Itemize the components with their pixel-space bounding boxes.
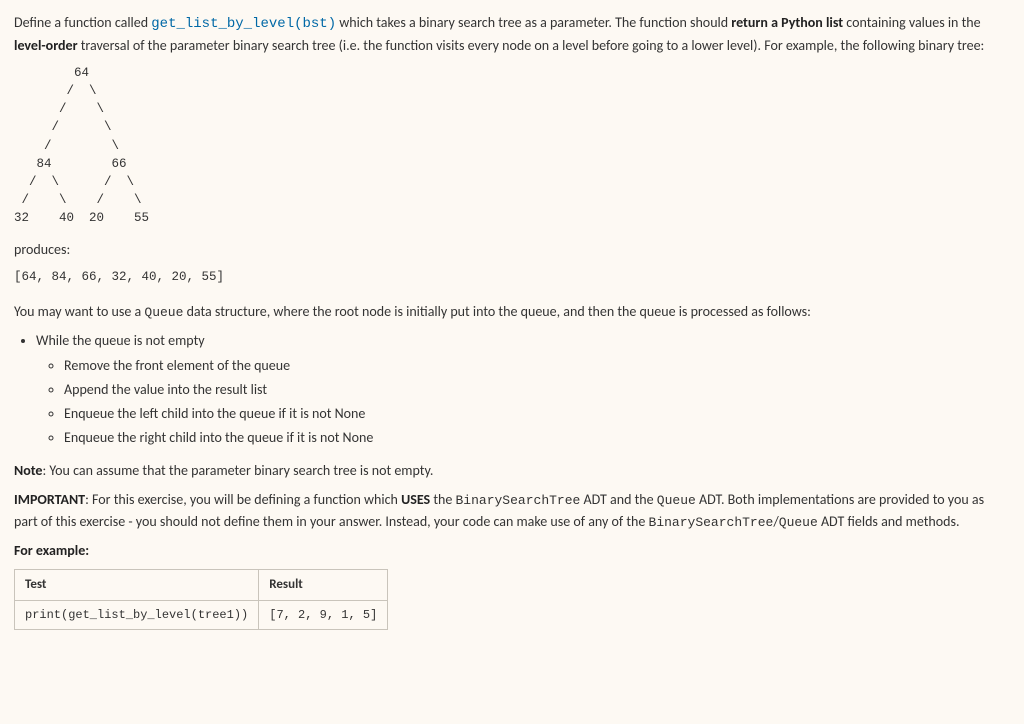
algorithm-list: While the queue is not empty Remove the … — [36, 330, 1010, 448]
algo-step: Remove the front element of the queue — [64, 355, 1010, 376]
table-head-test: Test — [15, 570, 259, 601]
algo-step: Enqueue the left child into the queue if… — [64, 403, 1010, 424]
table-cell-test: print(get_list_by_level(tree1)) — [15, 600, 259, 629]
intro-text: which takes a binary search tree as a pa… — [336, 14, 731, 31]
important-text: ADT and the — [580, 491, 656, 508]
queue-text: You may want to use a — [14, 303, 144, 320]
table-cell-result: [7, 2, 9, 1, 5] — [259, 600, 388, 629]
important-text: the — [430, 491, 455, 508]
important-text: : For this exercise, you will be definin… — [85, 491, 401, 508]
algo-outer-text: While the queue is not empty — [36, 332, 205, 349]
important-label: IMPORTANT — [14, 491, 85, 508]
intro-text: containing values in the — [843, 14, 980, 31]
important-uses: USES — [401, 491, 430, 508]
intro-text: Define a function called — [14, 14, 151, 31]
important-text: ADT fields and methods. — [818, 513, 960, 530]
table-row: print(get_list_by_level(tree1)) [7, 2, 9… — [15, 600, 388, 629]
table-header-row: Test Result — [15, 570, 388, 601]
adt-name: BinarySearchTree — [649, 515, 774, 530]
intro-text: traversal of the parameter binary search… — [78, 37, 985, 54]
algo-inner-list: Remove the front element of the queue Ap… — [64, 355, 1010, 448]
algo-step: Append the value into the result list — [64, 379, 1010, 400]
table-head-result: Result — [259, 570, 388, 601]
adt-name: Queue — [779, 515, 818, 530]
note-text: : You can assume that the parameter bina… — [42, 462, 433, 479]
example-label: For example: — [14, 540, 1010, 561]
produces-output: [64, 84, 66, 32, 40, 20, 55] — [14, 268, 1010, 287]
queue-paragraph: You may want to use a Queue data structu… — [14, 301, 1010, 323]
queue-code: Queue — [144, 305, 183, 320]
adt-name: BinarySearchTree — [456, 493, 581, 508]
note-paragraph: Note: You can assume that the parameter … — [14, 460, 1010, 481]
important-paragraph: IMPORTANT: For this exercise, you will b… — [14, 489, 1010, 532]
algo-outer-item: While the queue is not empty Remove the … — [36, 330, 1010, 448]
intro-paragraph: Define a function called get_list_by_lev… — [14, 12, 1010, 56]
intro-bold: return a Python list — [731, 14, 843, 31]
note-label: Note — [14, 462, 42, 479]
tree-diagram: 64 / \ / \ / \ / \ 84 66 / \ / \ / \ / \… — [14, 64, 1010, 227]
queue-text: data structure, where the root node is i… — [183, 303, 810, 320]
algo-step: Enqueue the right child into the queue i… — [64, 427, 1010, 448]
adt-name: Queue — [657, 493, 696, 508]
function-name: get_list_by_level(bst) — [151, 16, 336, 32]
example-label-text: For example: — [14, 542, 89, 559]
example-table: Test Result print(get_list_by_level(tree… — [14, 569, 388, 630]
produces-label: produces: — [14, 239, 1010, 260]
intro-bold: level-order — [14, 37, 78, 54]
